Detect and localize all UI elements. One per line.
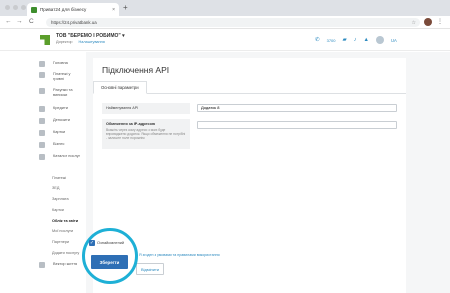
sidebar-item-label: Рахунки та виписки xyxy=(53,87,73,97)
browser-profile-avatar[interactable] xyxy=(424,18,432,26)
address-bar[interactable]: https://24.privatbank.ua ☆ xyxy=(46,18,420,27)
sidebar-item-label: Головна xyxy=(53,60,68,65)
sidebar-item-catalog[interactable]: Каталог послуг xyxy=(36,153,81,160)
forward-icon[interactable]: → xyxy=(16,18,23,26)
ip-restriction-field[interactable] xyxy=(197,121,397,129)
terms-link[interactable]: Я згоден з умовами та правилами використ… xyxy=(139,253,220,257)
header-actions: ✆ 3700 ▰ ♪ ▲ UA xyxy=(315,36,397,44)
tab-close-icon[interactable]: × xyxy=(112,7,115,13)
role-label: Директор xyxy=(56,40,73,44)
company-selector[interactable]: ТОВ "БЕРЕМО І РОБИМО" ▾ xyxy=(56,33,125,39)
sub-item-my-services[interactable]: Мої послуги xyxy=(52,229,73,233)
page-title: Підключення API xyxy=(102,65,170,75)
ip-restriction-label-cell: Обмеження за IP-адресою Вкажіть через ко… xyxy=(102,119,190,149)
tab-strip: Основні параметри xyxy=(93,79,406,94)
bell-icon[interactable]: ♪ xyxy=(354,37,357,44)
sidebar-item-deposits[interactable]: Депозити xyxy=(36,117,70,124)
credit-icon xyxy=(39,106,45,112)
payments-icon xyxy=(39,72,45,78)
agree-checkbox-label[interactable]: Ознайомлений xyxy=(97,240,124,245)
check-icon: ✓ xyxy=(89,240,95,246)
phone-label[interactable]: 3700 xyxy=(327,38,336,43)
browser-tab[interactable]: Приват24 для бізнесу × xyxy=(27,3,119,16)
company-subline: Директор Налаштування xyxy=(56,40,105,44)
sub-item-payments[interactable]: Платежі xyxy=(52,176,66,180)
sidebar-item-label: Каталог послуг xyxy=(53,153,81,158)
window-controls xyxy=(5,5,26,10)
save-button[interactable]: Зберегти xyxy=(91,255,128,269)
sidebar-item-cards[interactable]: Картки xyxy=(36,129,66,136)
sub-item-cards[interactable]: Картки xyxy=(52,208,64,212)
business-icon xyxy=(39,142,45,148)
sidebar-item-label: Бізнес xyxy=(53,141,65,146)
sidebar-item-home[interactable]: Головна xyxy=(36,60,68,67)
minimize-window-dot[interactable] xyxy=(13,5,18,10)
home-icon xyxy=(39,61,45,67)
sidebar-item-label: Вектор життя xyxy=(53,261,78,266)
sidebar-item-payments[interactable]: Платежі у гривні xyxy=(36,71,77,81)
sidebar-item-label: Кредити xyxy=(53,105,68,110)
phone-icon[interactable]: ✆ xyxy=(315,37,320,44)
browser-tab-bar: Приват24 для бізнесу × + xyxy=(0,0,450,16)
avatar[interactable] xyxy=(375,36,384,44)
browser-menu-icon[interactable]: ⋮ xyxy=(437,17,443,27)
sidebar-item-accounts[interactable]: Рахунки та виписки xyxy=(36,87,77,97)
privat-logo[interactable] xyxy=(40,35,50,45)
accounts-icon xyxy=(39,88,45,94)
sidebar-item-label: Платежі у гривні xyxy=(53,71,71,81)
sub-item-reports[interactable]: Облік та звіти xyxy=(52,219,78,223)
ip-restriction-label: Обмеження за IP-адресою xyxy=(106,122,156,126)
right-gutter xyxy=(422,52,450,293)
cancel-button[interactable]: Відмінити xyxy=(136,263,164,275)
sub-item-partners[interactable]: Партнери xyxy=(52,240,69,244)
sub-item-salary[interactable]: Зарплата xyxy=(52,197,69,201)
sub-item-zed[interactable]: ЗЕД xyxy=(52,186,59,190)
sidebar: Головна Платежі у гривні Рахунки та випи… xyxy=(36,52,86,293)
maximize-window-dot[interactable] xyxy=(21,5,26,10)
sidebar-item-label: Картки xyxy=(53,129,66,134)
sub-item-add-service[interactable]: Додати послугу xyxy=(52,251,79,255)
agree-checkbox[interactable]: ✓ xyxy=(89,240,95,246)
reload-icon[interactable]: C xyxy=(29,18,34,26)
tab-main-params[interactable]: Основні параметри xyxy=(93,81,147,94)
ip-restriction-help: Вкажіть через кому адреси з яких буде вп… xyxy=(106,128,186,141)
address-url[interactable]: https://24.privatbank.ua xyxy=(51,20,412,25)
card-icon xyxy=(39,130,45,136)
catalog-icon xyxy=(39,154,45,160)
api-name-field[interactable] xyxy=(197,104,397,112)
deposit-icon xyxy=(39,118,45,124)
favicon-icon xyxy=(31,6,37,13)
api-name-label-cell: Найменування API xyxy=(102,103,190,114)
new-tab-button[interactable]: + xyxy=(123,3,128,13)
vector-icon xyxy=(39,262,45,268)
app-window: Приват24 для бізнесу × + ← → C https://2… xyxy=(0,0,450,293)
sidebar-item-label: Депозити xyxy=(53,117,70,122)
api-name-label: Найменування API xyxy=(106,106,139,110)
close-window-dot[interactable] xyxy=(5,5,10,10)
bookmark-star-icon[interactable]: ☆ xyxy=(412,20,416,26)
language-switch[interactable]: UA xyxy=(391,38,397,43)
chat-icon[interactable]: ▰ xyxy=(343,37,347,44)
back-icon[interactable]: ← xyxy=(5,18,12,26)
browser-tab-title: Приват24 для бізнесу xyxy=(40,7,87,12)
sidebar-item-vector[interactable]: Вектор життя xyxy=(36,261,78,268)
education-icon[interactable]: ▲ xyxy=(364,37,369,44)
browser-toolbar: ← → C https://24.privatbank.ua ☆ ⋮ xyxy=(0,16,450,29)
ip-restriction-input[interactable] xyxy=(201,122,396,127)
app-header: ТОВ "БЕРЕМО І РОБИМО" ▾ Директор Налашту… xyxy=(0,29,450,51)
sidebar-item-business[interactable]: Бізнес xyxy=(36,141,65,148)
settings-link[interactable]: Налаштування xyxy=(79,40,105,44)
sidebar-item-credits[interactable]: Кредити xyxy=(36,105,68,112)
api-name-input[interactable] xyxy=(201,105,396,110)
